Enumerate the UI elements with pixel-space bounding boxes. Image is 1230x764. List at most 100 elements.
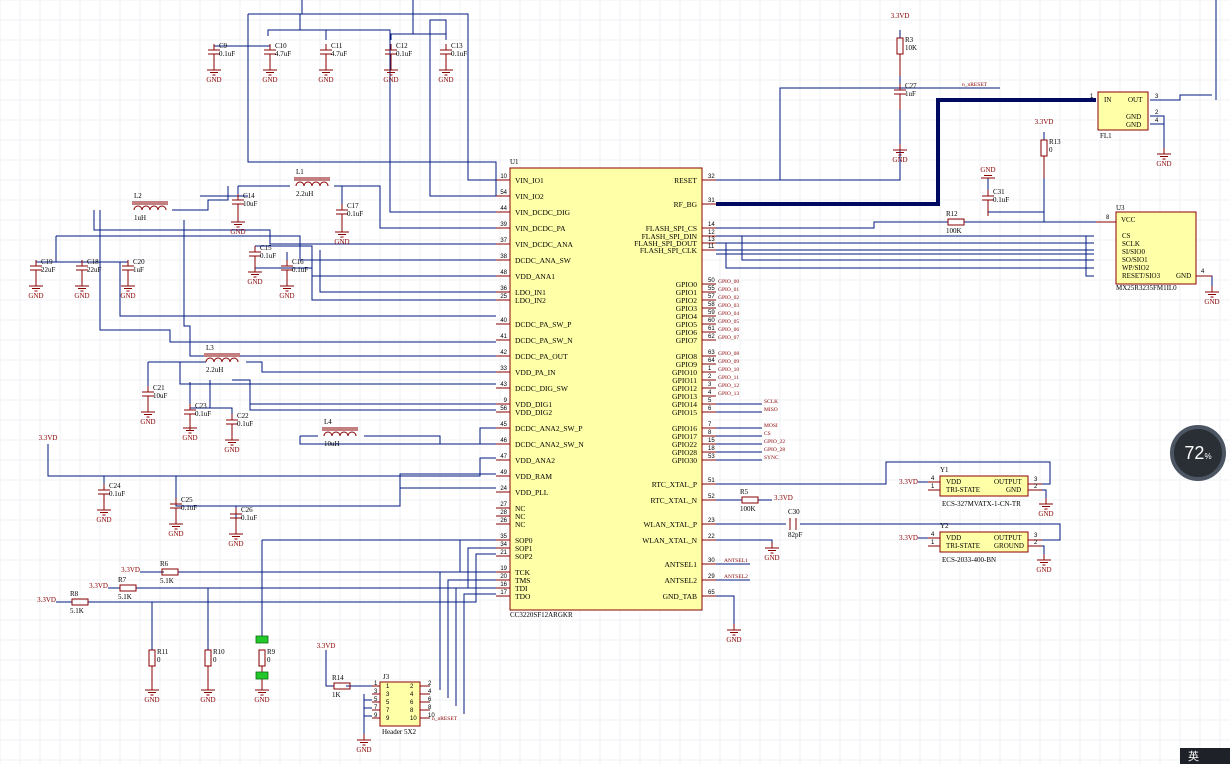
u1-pin-num: 17 [500, 590, 507, 596]
capacitor-ref: C24 [109, 482, 121, 490]
u1-pin-num: 63 [708, 350, 715, 356]
resistor-r13[interactable]: R130 [1040, 138, 1061, 178]
ground-label: GND [383, 76, 398, 84]
u1-pin-name: RF_BG [674, 200, 698, 209]
capacitor-c24[interactable]: C240.1uF [98, 482, 125, 510]
resistor-value: 0 [267, 656, 271, 664]
u1-pin-num: 26 [500, 518, 507, 524]
u3-pin-reset: RESET/SIO3 [1122, 272, 1161, 280]
capacitor-c11[interactable]: C114.7uF [320, 42, 347, 70]
ime-language-indicator[interactable]: 英 [1180, 748, 1230, 764]
u1-pin-num: 36 [500, 286, 507, 292]
j3-header[interactable]: J3 Header 5X2 1 21 23 43 45 65 67 87 89 109 10 [372, 673, 435, 736]
u1-pin-num: 32 [708, 174, 715, 180]
y1-vdd: VDD [946, 478, 961, 486]
u1-pin-num: 40 [500, 318, 507, 324]
capacitor-c21[interactable]: C2110uF [142, 384, 168, 412]
resistor-r9[interactable]: R90 [258, 648, 276, 688]
resistor-value: 1K [332, 691, 341, 699]
resistor-ref: R12 [946, 210, 958, 218]
inductor-l3[interactable]: L3 2.2uH [204, 344, 240, 374]
capacitor-c13[interactable]: C130.1uF [440, 42, 467, 70]
u1-pin-num: 37 [500, 238, 507, 244]
capacitor-ref: C20 [133, 258, 145, 266]
y2-oscillator[interactable]: Y2 ECS-2033-400-BN VDD TRI-STATE OUTPUT … [928, 522, 1042, 564]
ground-label: GND [224, 446, 239, 454]
resistor-ref: R7 [118, 576, 127, 584]
u1-pin-num: 55 [708, 286, 715, 292]
zoom-value: 72 [1184, 442, 1205, 463]
ground-label: GND [254, 696, 269, 704]
u1-pin-name: VDD_PA_IN [515, 368, 556, 377]
u1-pin-num: 24 [500, 486, 507, 492]
u1-pin-num: 29 [708, 574, 715, 580]
net-label-reset: n_nRESET [962, 82, 988, 88]
net-label: GPIO_05 [718, 319, 739, 325]
capacitor-value: 0.1uF [347, 210, 363, 218]
ground-icon: GND [206, 64, 222, 84]
capacitor-c19[interactable]: C1922uF [30, 258, 56, 286]
capacitor-c12[interactable]: C120.1uF [385, 42, 412, 70]
inductor-l2[interactable]: L2 1uH [132, 192, 168, 222]
svg-text:1: 1 [931, 540, 935, 546]
net-label: GPIO_22 [764, 439, 785, 445]
inductor-value: 2.2uH [206, 366, 223, 374]
u1-pin-num: 57 [708, 294, 715, 300]
resistor-ref: R13 [1049, 138, 1061, 146]
svg-text:2: 2 [1155, 110, 1159, 116]
u1-pin-num: 2 [708, 374, 712, 380]
capacitor-c27[interactable]: C271uF [894, 82, 917, 110]
u1-pin-name: GPIO7 [676, 336, 698, 345]
fl1-filter[interactable]: FL1 IN OUT GND GND 1 3 2 4 [1090, 91, 1159, 140]
resistor-r8[interactable]: R8 5.1K [70, 590, 89, 615]
resistor-r10[interactable]: R100 [204, 648, 225, 688]
u1-pin-name: ANTSEL2 [665, 576, 698, 585]
svg-text:3: 3 [1034, 533, 1038, 539]
ground-label: GND [1204, 298, 1219, 306]
power-3v3-icon: 3.3VD [121, 566, 140, 574]
capacitor-ref: C23 [195, 402, 207, 410]
ground-label: GND [764, 554, 779, 562]
u3-gnd: GND [1176, 272, 1191, 280]
net-label: MOSI [764, 423, 778, 429]
ground-label: GND [96, 516, 111, 524]
ground-icon: GND [74, 280, 90, 300]
ground-icon: GND [764, 542, 780, 562]
capacitor-c16[interactable]: C160.1uF [281, 258, 308, 286]
ground-icon: GND [356, 734, 372, 754]
fl1-gnd2: GND [1126, 121, 1141, 129]
inductor-l1[interactable]: L1 2.2uH [294, 168, 330, 198]
power-3v3-icon: 3.3VD [899, 478, 918, 486]
zoom-level-indicator[interactable]: 72 % [1170, 425, 1226, 481]
ground-label: GND [726, 636, 741, 644]
inductor-value: 10uH [324, 440, 340, 448]
capacitor-ref: C26 [241, 506, 253, 514]
ground-label: GND [144, 696, 159, 704]
ground-icon: GND [1038, 498, 1054, 518]
fl1-in: IN [1104, 96, 1111, 104]
resistor-ref: R8 [70, 590, 79, 598]
svg-text:4: 4 [1201, 269, 1205, 275]
ground-icon: GND [200, 684, 216, 704]
u1-pin-num: 30 [708, 558, 715, 564]
svg-text:4: 4 [428, 689, 432, 695]
u1-pin-num: 31 [708, 198, 715, 204]
u1-pin-name: DCDC_ANA2_SW_P [515, 424, 583, 433]
inductors: L1 2.2uH L2 1uH L3 2.2uH L4 10uH [132, 168, 358, 448]
svg-text:2: 2 [1034, 484, 1038, 490]
u1-pin-name: LDO_IN2 [515, 296, 546, 305]
resistor-value: 5.1K [118, 593, 132, 601]
u1-mcu[interactable]: U1 CC3220SF12ARGKR 10 VIN_IO154 VIN_IO244 V… [496, 158, 716, 619]
resistor-r11[interactable]: R110 [148, 648, 169, 688]
capacitor-value: 22uF [41, 266, 56, 274]
capacitor-c23[interactable]: C230.1uF [184, 402, 211, 430]
inductor-value: 1uH [134, 214, 146, 222]
u3-flash[interactable]: U3 MX25R3235FM1IL0 VCC GND CS SCLK SI/SI… [1096, 204, 1212, 292]
capacitor-ref: C19 [41, 258, 53, 266]
schematic-canvas[interactable]: U1 CC3220SF12ARGKR 10 VIN_IO154 VIN_IO244 V… [0, 0, 1230, 764]
u3-pin-wp: WP/SIO2 [1122, 264, 1150, 272]
y1-oscillator[interactable]: Y1 ECS-327MVATX-1-CN-TR VDD TRI-STATE OU… [928, 466, 1042, 508]
resistor-r12[interactable]: R12 100K [946, 210, 965, 235]
power-3v3-icon: 3.3VD [39, 434, 58, 442]
u1-pin-name: DCDC_ANA_SW [515, 256, 572, 265]
